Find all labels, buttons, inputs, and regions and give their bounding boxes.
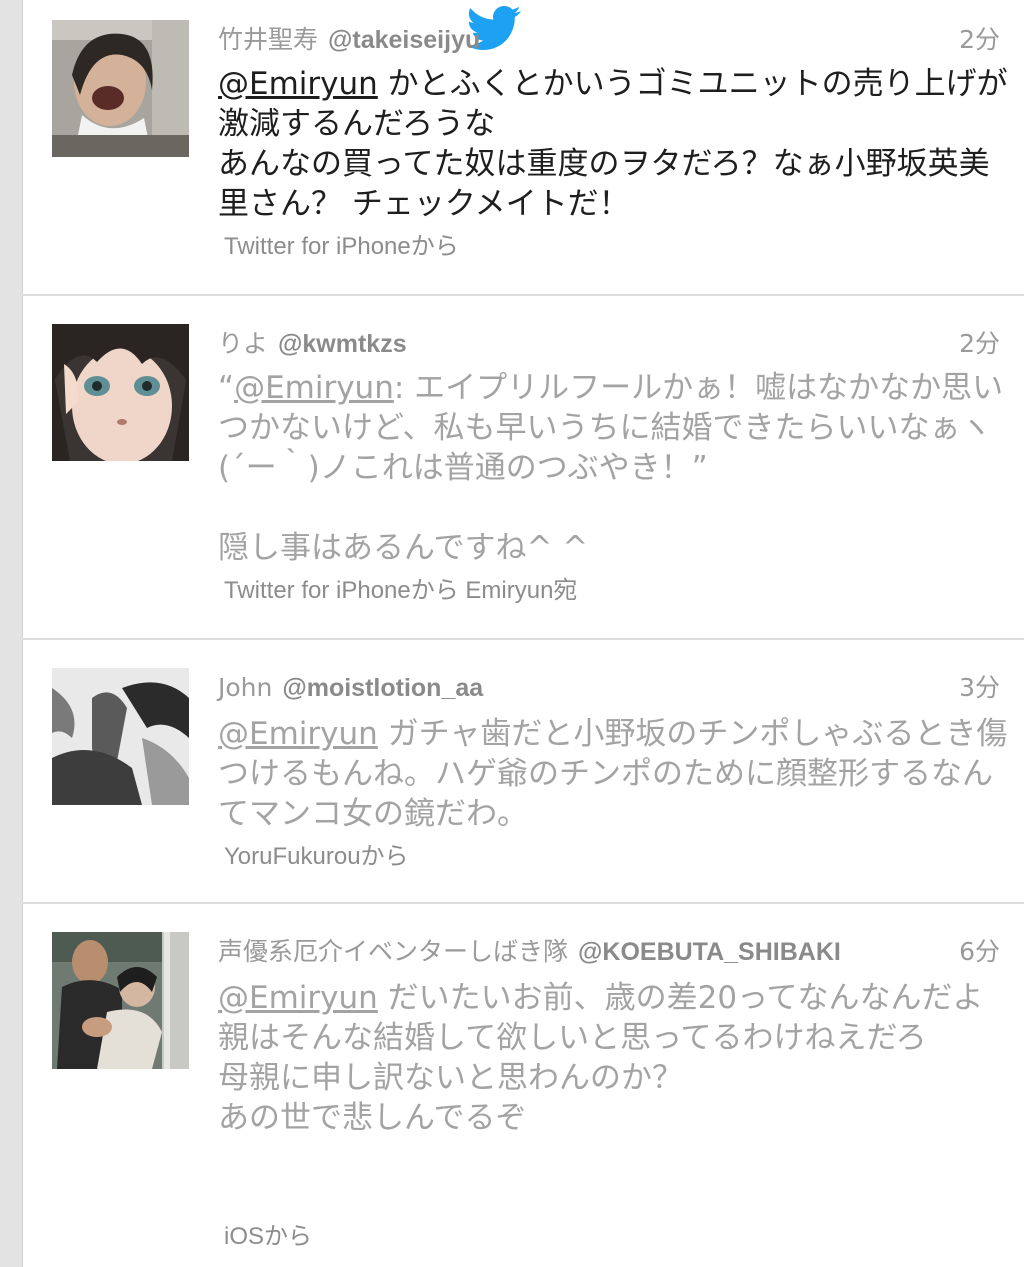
avatar[interactable] [52,324,189,461]
avatar[interactable] [52,932,189,1069]
tweet-source: Twitter for iPhoneから Emiryun宛 [224,577,578,604]
tweet-source: iOSから [224,1223,313,1250]
mention-link[interactable]: @Emiryun [218,716,378,752]
tweet-text: @Emiryun かとふくとかいうゴミユニットの売り上げが激減するんだろうな あ… [218,64,1008,224]
tweet-header: りよ @kwmtkzs [218,328,407,360]
avatar[interactable] [52,20,189,157]
display-name[interactable]: りよ [218,329,268,358]
avatar[interactable] [52,668,189,805]
tweet-text: @Emiryun だいたいお前、歳の差20ってなんなんだよ 親はそんな結婚して欲… [218,978,1008,1138]
mention-link[interactable]: @Emiryun [234,370,394,406]
timestamp: 6分 [959,937,1000,966]
tweet-source: Twitter for iPhoneから [224,233,459,260]
username[interactable]: @kwmtkzs [278,330,407,358]
timestamp: 2分 [959,329,1000,358]
display-name[interactable]: 声優系厄介イベンターしばき隊 [218,937,568,966]
tweet-text: @Emiryun ガチャ歯だと小野坂のチンポしゃぶるとき傷つけるもんね。ハゲ爺の… [218,714,1008,834]
tweet-text: “@Emiryun: エイプリルフールかぁ！嘘はなかなか思いつかないけど、私も早… [218,368,1008,568]
tweet-item[interactable]: 声優系厄介イベンターしばき隊 @KOEBUTA_SHIBAKI 6分 @Emiry… [22,904,1024,1267]
quote-mark: “ [218,370,235,406]
tweet-item[interactable]: りよ @kwmtkzs 2分 “@Emiryun: エイプリルフールかぁ！嘘はなか… [22,296,1024,638]
left-rail [0,0,23,1267]
tweet-header: John @moistlotion_aa [218,672,483,704]
tweet-header: 声優系厄介イベンターしばき隊 @KOEBUTA_SHIBAKI [218,936,841,968]
username[interactable]: @KOEBUTA_SHIBAKI [578,938,841,966]
mention-link[interactable]: @Emiryun [218,66,378,102]
username[interactable]: @takeiseijyu [328,26,480,54]
timeline-feed[interactable]: 竹井聖寿 @takeiseijyu 2分 @Emiryun かとふくとかいうゴミユ… [22,0,1024,1267]
timestamp: 2分 [959,25,1000,54]
username[interactable]: @moistlotion_aa [282,674,483,702]
tweet-source: YoruFukurouから [224,843,409,870]
tweet-item[interactable]: John @moistlotion_aa 3分 @Emiryun ガチャ歯だと小野… [22,640,1024,902]
display-name[interactable]: John [218,673,272,702]
timestamp: 3分 [959,673,1000,702]
tweet-item[interactable]: 竹井聖寿 @takeiseijyu 2分 @Emiryun かとふくとかいうゴミユ… [22,0,1024,295]
mention-link[interactable]: @Emiryun [218,980,378,1016]
display-name[interactable]: 竹井聖寿 [218,25,318,54]
tweet-header: 竹井聖寿 @takeiseijyu [218,24,480,56]
